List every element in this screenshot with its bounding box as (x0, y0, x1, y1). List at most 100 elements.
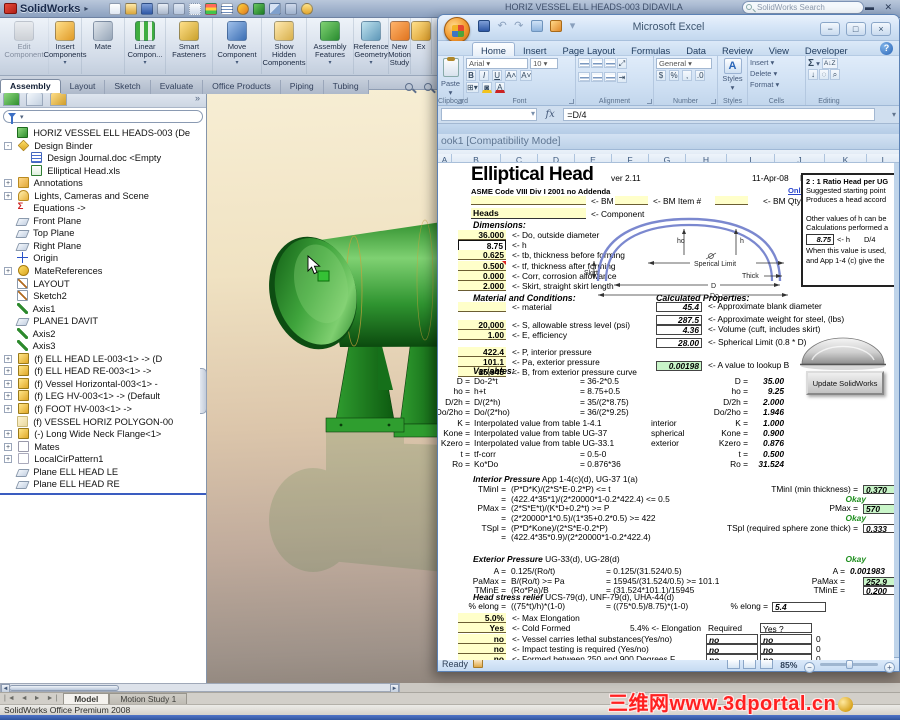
flag-cell-2[interactable]: Yes ? (760, 623, 812, 634)
new-motion-study-button[interactable]: New Motion Study (388, 18, 411, 74)
currency-button[interactable]: $ (656, 70, 666, 81)
ribbon-tab[interactable]: Home (472, 42, 516, 57)
tree-item[interactable]: + Annotations (0, 177, 206, 190)
column-header[interactable]: I (727, 154, 775, 162)
input-cell[interactable]: 36.000 (458, 230, 506, 240)
paste-button[interactable]: Paste ▾ (440, 79, 461, 97)
tree-item[interactable]: Right Plane (0, 240, 206, 253)
print-icon[interactable] (156, 3, 169, 15)
sw-tab[interactable]: Assembly (0, 79, 61, 93)
normal-view-button[interactable] (726, 659, 740, 669)
section-view-icon[interactable] (268, 3, 281, 15)
panel-splitter-grip[interactable] (200, 368, 207, 414)
page-break-view-button[interactable] (759, 659, 773, 669)
viewport-hscrollbar[interactable]: ◄ ► (0, 683, 400, 693)
help-button[interactable]: ? (880, 42, 893, 55)
panel-more-chevron-icon[interactable]: » (195, 93, 200, 103)
result-cell[interactable]: 0.200 (863, 586, 894, 596)
page-layout-view-button[interactable] (743, 659, 757, 669)
tree-item[interactable]: - Design Binder (0, 139, 206, 153)
tree-item[interactable]: Front Plane (0, 215, 206, 228)
find-select-button[interactable]: ⌕ (830, 69, 840, 80)
column-header[interactable]: H (686, 154, 727, 162)
sw-tab[interactable]: Evaluate (150, 80, 204, 94)
expand-toggle-icon[interactable]: + (4, 354, 12, 363)
tree-item[interactable]: Axis1 (0, 302, 206, 316)
name-box[interactable] (441, 108, 537, 121)
align-center-button[interactable] (591, 72, 603, 82)
flag-cell-1[interactable]: no (706, 633, 758, 645)
excel-titlebar[interactable]: ↶ ↷ ▾ Microsoft Excel − □ × (438, 15, 899, 43)
tree-item[interactable]: + (f) Vessel Horizontal-003<1> - (0, 377, 206, 391)
borders-button[interactable]: ⊞▾ (466, 82, 479, 93)
sw-window-buttons[interactable]: ▬ ✕ (865, 2, 896, 13)
font-name-select[interactable]: Arial ▾ (466, 58, 528, 69)
tree-item[interactable]: + (f) ELL HEAD RE-003<1> -> (0, 365, 206, 378)
tree-item[interactable]: Equations -> (0, 202, 206, 215)
column-header[interactable]: G (649, 154, 686, 162)
expand-toggle-icon[interactable]: + (4, 442, 12, 451)
fill-button[interactable]: ↓ (808, 69, 818, 80)
expand-toggle-icon[interactable]: - (4, 141, 12, 150)
italic-button[interactable]: I (479, 70, 490, 81)
styles-button[interactable]: Styles ▾ (720, 74, 745, 92)
input-cell[interactable]: 5.0% (458, 613, 506, 623)
save-icon[interactable] (140, 3, 153, 15)
sw-tab[interactable]: Layout (60, 80, 106, 94)
rebuild-traffic-light-icon[interactable] (204, 3, 217, 15)
apply-scene-icon[interactable] (252, 3, 265, 15)
expand-toggle-icon[interactable]: + (4, 455, 12, 464)
autosum-button[interactable]: Σ (808, 58, 814, 69)
tree-item[interactable]: Origin (0, 252, 206, 265)
result-cell[interactable]: 287.5 (656, 315, 702, 325)
update-solidworks-button[interactable]: Update SolidWorks (806, 371, 884, 395)
tree-item[interactable]: Axis2 (0, 327, 206, 341)
solidworks-search-input[interactable]: SolidWorks Search (742, 1, 864, 14)
input-cell[interactable]: 1.00 (458, 330, 506, 341)
input-cell[interactable]: 2.000 (458, 280, 506, 291)
flag-cell-1[interactable]: Required (706, 623, 758, 633)
cell-styles-icon[interactable]: A (723, 58, 742, 74)
selection-filter-icon[interactable] (284, 3, 297, 15)
grow-font-button[interactable]: A˄ (505, 70, 518, 81)
show-hidden-components-button[interactable]: Show Hidden Components (262, 18, 307, 74)
reference-geometry-button[interactable]: Reference Geometry ▾ (353, 18, 389, 74)
shrink-font-button[interactable]: A˅ (520, 70, 533, 81)
result-cell[interactable]: 0.333 (863, 523, 894, 534)
column-header[interactable]: F (612, 154, 649, 162)
macro-record-icon[interactable] (473, 659, 484, 668)
tree-item[interactable]: + (f) FOOT HV-003<1> -> (0, 403, 206, 416)
tree-item[interactable]: + LocalCirPattern1 (0, 453, 206, 466)
bm-item-input-cell[interactable] (615, 196, 648, 205)
increase-decimal-button[interactable]: .0 (695, 70, 706, 81)
paste-icon[interactable] (442, 57, 459, 77)
component-input-cell[interactable]: Heads (471, 208, 586, 219)
expand-toggle-icon[interactable]: + (4, 405, 12, 414)
font-size-select[interactable]: 10 ▾ (530, 58, 559, 69)
feature-tree-tab-icon[interactable] (3, 92, 20, 106)
tree-item[interactable]: Top Plane (0, 227, 206, 240)
fill-color-button[interactable]: ◙ (481, 82, 492, 93)
input-cell[interactable]: 0.625 (458, 250, 506, 261)
delete-cells-button[interactable]: Delete ▾ (750, 69, 803, 80)
format-cells-button[interactable]: Format ▾ (750, 80, 803, 91)
column-header[interactable]: J (775, 154, 825, 162)
input-cell[interactable]: Yes (458, 623, 506, 634)
tree-item[interactable]: + (-) Long Wide Neck Flange<1> (0, 428, 206, 441)
design-checker-icon[interactable] (220, 3, 233, 15)
sw-tab[interactable]: Sketch (105, 80, 151, 94)
property-manager-tab-icon[interactable] (26, 92, 44, 106)
input-cell[interactable]: no (458, 633, 506, 644)
result-cell[interactable]: 0.00198 (656, 361, 702, 371)
zoom-slider-thumb[interactable] (846, 660, 854, 669)
tree-item[interactable]: HORIZ VESSEL ELL HEADS-003 (De (0, 127, 206, 140)
dialog-launcher-icon[interactable] (711, 99, 716, 104)
number-format-select[interactable]: General ▾ (656, 58, 712, 69)
linear-pattern-button[interactable]: Linear Compon... ▾ (125, 18, 166, 74)
edit-component-button[interactable]: Edit Component (0, 18, 49, 74)
flag-cell-1[interactable]: no (706, 654, 758, 660)
tree-item[interactable]: + Lights, Cameras and Scene (0, 189, 206, 203)
insert-components-button[interactable]: Insert Components ▾ (43, 18, 87, 74)
result-cell[interactable]: 0.370 (863, 485, 894, 495)
dialog-launcher-icon[interactable] (647, 99, 652, 104)
